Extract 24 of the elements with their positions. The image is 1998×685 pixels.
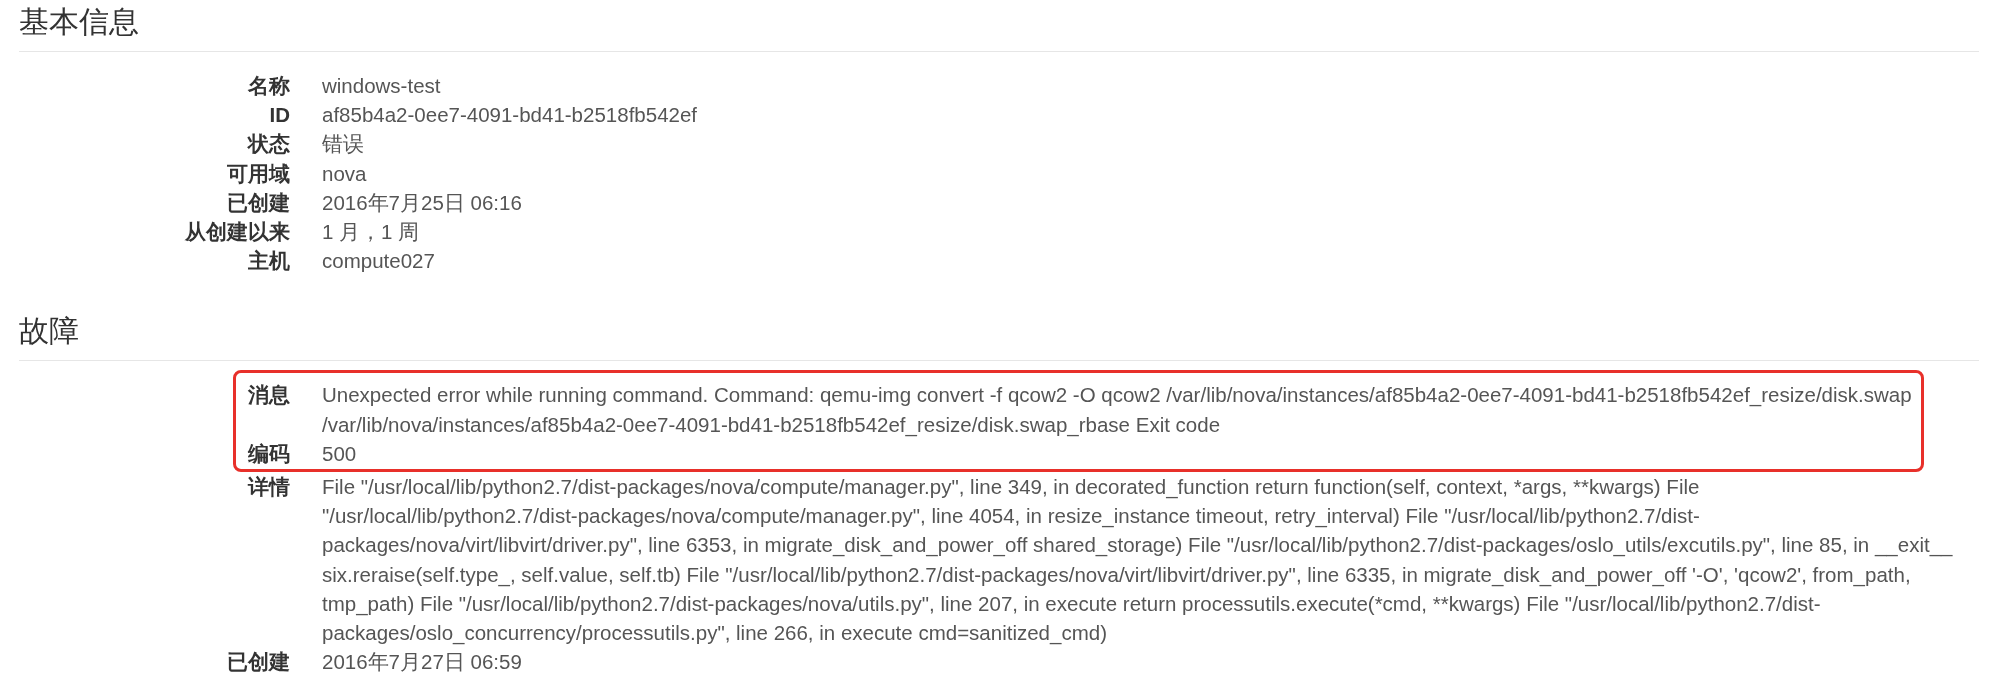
field-label: 详情 bbox=[246, 474, 290, 501]
field-label: 消息 bbox=[247, 382, 290, 409]
field-label: 主机 bbox=[247, 248, 290, 275]
field-label: 状态 bbox=[246, 131, 290, 158]
field-value: 2016年7月25日 06:16 bbox=[322, 189, 523, 216]
section-heading: 故障 bbox=[19, 313, 80, 350]
field-value: 500 bbox=[322, 440, 358, 467]
field-value: af85b4a2-0ee7-4091-bd41-b2518fb542ef bbox=[322, 102, 699, 129]
field-label: 名称 bbox=[247, 73, 290, 99]
field-label: 从创建以来 bbox=[184, 219, 290, 245]
field-label: 可用域 bbox=[226, 160, 290, 187]
field-value: File "/usr/local/lib/python2.7/dist-packages/nova/compute/manager.py", line 349, in decorated_function return function(self, context, *args, **kwargs) File "/usr/local/lib/python2.7/dist-packages/nova/compute/manager.py", line 4054, in resize_instance timeout, retry_interval) File "/usr/local/lib/python2.7/dist-packages/nova/virt/libvirt/driver.py", line 6353, in migrate_disk_and_power_off shared_storage) File "/usr/local/lib/python2.7/dist-packages/oslo_utils/excutils.py", line 85, in __exit__ six.reraise(self.type_, self.value, self.tb) File "/usr/local/lib/python2.7/dist-packages/nova/virt/libvirt/driver.py", line 6335, in migrate_disk_and_power_off '-O', 'qcow2', from_path, tmp_path) File "/usr/local/lib/python2.7/dist-packages/nova/utils.py", line 207, in execute return processutils.execute(*cmd, **kwargs) File "/usr/local/lib/python2.7/dist-packages/oslo_concurrency/processutils.py", line 266, in execute cmd=sanitized_cmd) bbox=[322, 474, 1954, 647]
field-value: windows-test bbox=[322, 73, 442, 99]
section-heading: 基本信息 bbox=[19, 4, 140, 40]
field-value: 错误 bbox=[322, 131, 365, 158]
field-label: 已创建 bbox=[226, 649, 290, 676]
field-value: 2016年7月27日 06:59 bbox=[322, 649, 523, 676]
field-label: 编码 bbox=[247, 440, 290, 467]
field-label: ID bbox=[268, 102, 290, 129]
field-value: Unexpected error while running command. Command: qemu-img convert -f qcow2 -O qcow2 /var/lib/nova/instances/af85b4a2-0ee7-4091-bd41-b2518fb542ef_resize/disk.swap /var/lib/nova/instances/af85b4a2-0ee7-4091-bd41-b2518fb542ef_resize/disk.swap_rbase Exit code bbox=[322, 382, 1913, 439]
field-value: nova bbox=[322, 160, 368, 187]
field-label: 已创建 bbox=[226, 189, 290, 216]
field-value: 1 月，1 周 bbox=[322, 219, 421, 245]
field-value: compute027 bbox=[322, 248, 436, 275]
